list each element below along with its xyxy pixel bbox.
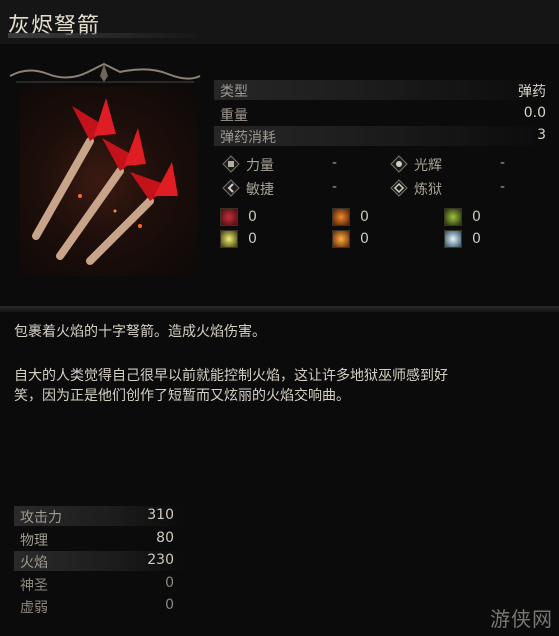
radiance-icon [390,155,408,173]
req-label: 力量 [246,158,274,174]
req-label: 炼狱 [414,182,442,198]
attack-value: 0 [165,575,174,591]
attack-label: 物理 [20,533,48,549]
watermark: 游侠网 [490,607,553,631]
attack-label: 火焰 [20,555,48,571]
req-value: - [332,155,338,171]
stat-label: 类型 [220,84,248,100]
title-underline [8,33,208,38]
stat-label: 弹药消耗 [220,130,276,146]
stat-value: 0.0 [523,105,546,121]
attack-value: 80 [156,530,174,546]
attack-label: 攻击力 [20,510,62,526]
element-fire: 0 [332,208,392,228]
req-label: 敏捷 [246,182,274,198]
req-strength: 力量 - [222,154,352,176]
attack-label: 神圣 [20,578,48,594]
stat-value: 3 [537,127,546,143]
element-burn: 0 [332,230,392,250]
element-poison: 0 [444,208,504,228]
attack-row-power: 攻击力 310 [14,506,184,526]
item-art [20,86,198,276]
element-value: 0 [360,231,369,247]
req-value: - [500,155,506,171]
stat-row-weight: 重量 0.0 [214,104,550,124]
strength-icon [222,155,240,173]
crossbow-bolts-image [32,98,178,265]
req-dexterity: 敏捷 - [222,178,352,200]
element-frost: 0 [444,230,504,250]
description-line-1: 包裹着火焰的十字弩箭。造成火焰伤害。 [14,324,266,340]
burn-icon [332,230,350,248]
dexterity-icon [222,179,240,197]
attack-value: 0 [165,597,174,613]
stat-value: 弹药 [518,84,546,100]
req-value: - [332,179,338,195]
fire-icon [332,208,350,226]
attack-row-fire: 火焰 230 [14,551,184,571]
attack-value: 310 [147,507,174,523]
element-value: 0 [472,209,481,225]
attack-row-holy: 神圣 0 [14,574,184,594]
attack-value: 230 [147,552,174,568]
bleed-icon [220,208,238,226]
ornament-frame-top [9,62,201,83]
element-bleed: 0 [220,208,280,228]
stat-label: 重量 [220,108,248,124]
element-value: 0 [360,209,369,225]
description-line-2b: 笑，因为正是他们创作了短暂而又炫丽的火焰交响曲。 [14,388,350,404]
req-inferno: 炼狱 - [390,178,520,200]
section-divider [0,306,559,312]
req-value: - [500,179,506,195]
attack-row-weak: 虚弱 0 [14,596,184,616]
poison-icon [444,208,462,226]
element-value: 0 [248,209,257,225]
element-value: 0 [248,231,257,247]
req-label: 光辉 [414,158,442,174]
inferno-icon [390,179,408,197]
attack-label: 虚弱 [20,600,48,616]
frost-icon [444,230,462,248]
title-bar: 灰烬弩箭 [0,0,559,44]
element-lightning: 0 [220,230,280,250]
description-line-2a: 自大的人类觉得自己很早以前就能控制火焰，这让许多地狱巫师感到好 [14,368,448,384]
attack-row-physical: 物理 80 [14,529,184,549]
lightning-icon [220,230,238,248]
item-image-frame [8,62,202,276]
stat-row-type: 类型 弹药 [214,80,550,100]
stat-row-ammo-cost: 弹药消耗 3 [214,126,550,146]
element-value: 0 [472,231,481,247]
req-radiance: 光辉 - [390,154,520,176]
